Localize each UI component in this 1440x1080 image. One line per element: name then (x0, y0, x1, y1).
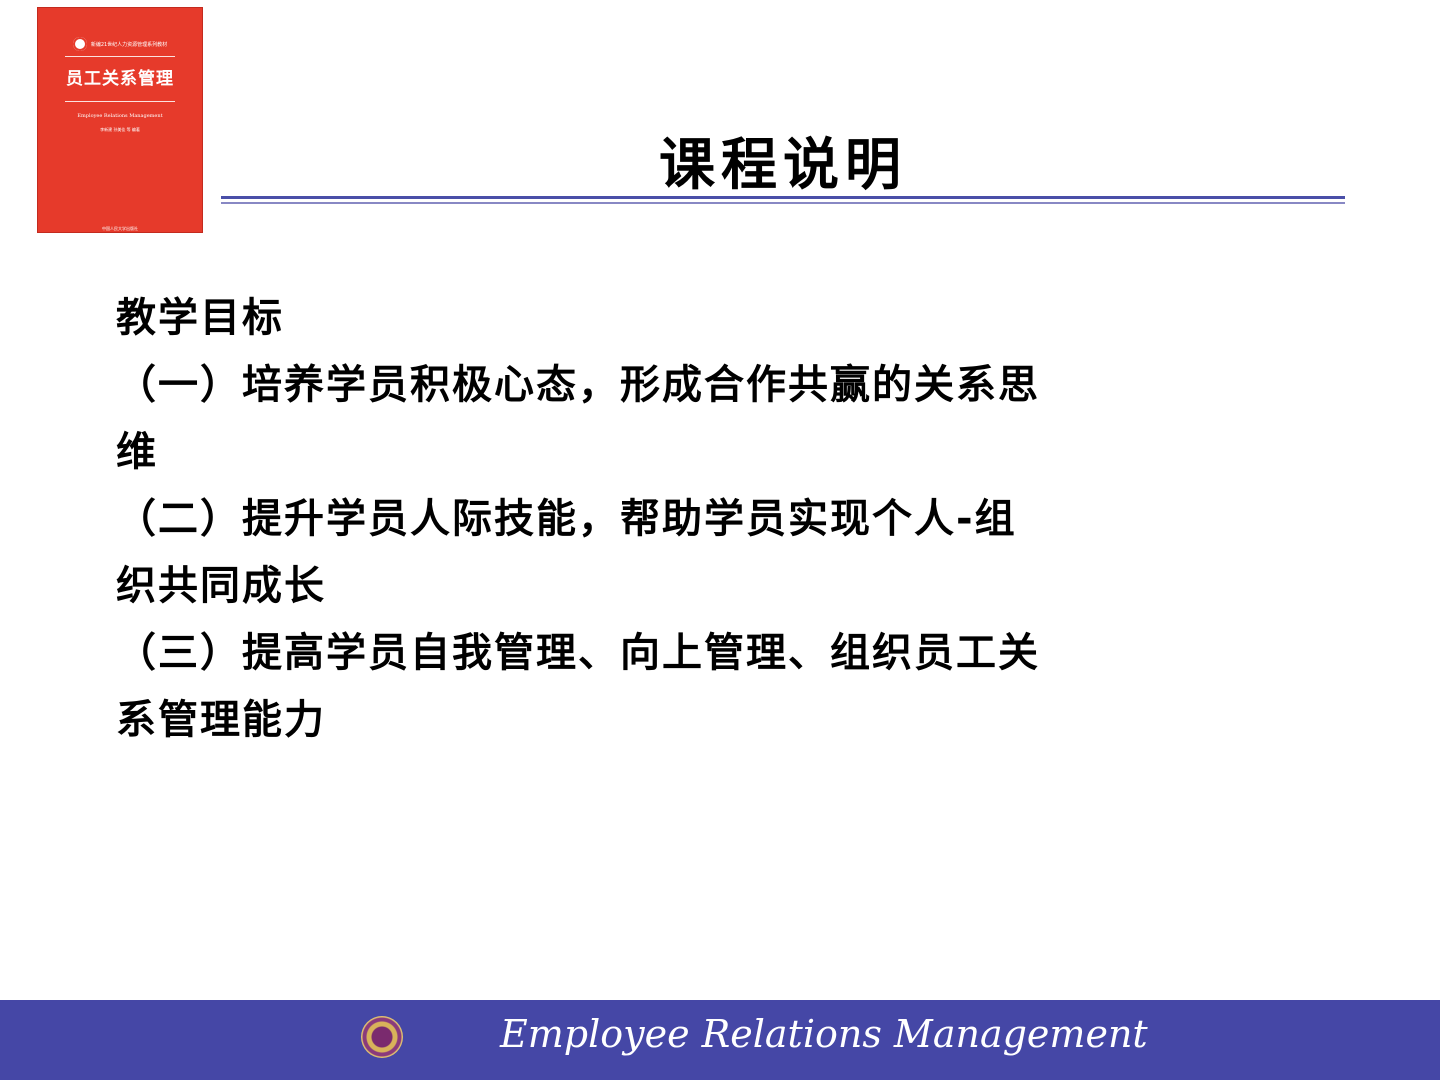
body-line: （一）培养学员积极心态，形成合作共赢的关系思 (116, 362, 1040, 408)
cover-publisher: 中国人民大学出版社 (102, 226, 138, 231)
title-underline-secondary (221, 202, 1345, 204)
book-cover-image: 新编21世纪人力资源管理系列教材 员工关系管理 Employee Relatio… (37, 7, 203, 233)
body-heading: 教学目标 (116, 295, 284, 341)
publisher-logo-icon (72, 37, 87, 51)
cover-series-row: 新编21世纪人力资源管理系列教材 (37, 37, 203, 51)
cover-series-text: 新编21世纪人力资源管理系列教材 (90, 41, 168, 48)
university-seal-icon (361, 1016, 403, 1058)
title-underline (221, 196, 1345, 199)
body-line: （二）提升学员人际技能，帮助学员实现个人-组 (116, 496, 1017, 542)
cover-divider (65, 56, 175, 57)
body-line: 系管理能力 (116, 697, 326, 743)
body-line: （三）提高学员自我管理、向上管理、组织员工关 (116, 630, 1040, 676)
slide: 新编21世纪人力资源管理系列教材 员工关系管理 Employee Relatio… (0, 0, 1440, 1080)
cover-title: 员工关系管理 (66, 69, 174, 89)
slide-title: 课程说明 (659, 133, 907, 198)
cover-authors: 李新建 孙美佳 等 编著 (100, 127, 140, 132)
body-line: 织共同成长 (116, 563, 326, 609)
body-text: 教学目标 （一）培养学员积极心态，形成合作共赢的关系思 维 （二）提升学员人际技… (116, 285, 1346, 754)
cover-divider (65, 101, 175, 102)
cover-subtitle: Employee Relations Management (77, 113, 163, 119)
body-line: 维 (116, 429, 158, 475)
footer-text: Employee Relations Management (500, 1012, 1148, 1056)
